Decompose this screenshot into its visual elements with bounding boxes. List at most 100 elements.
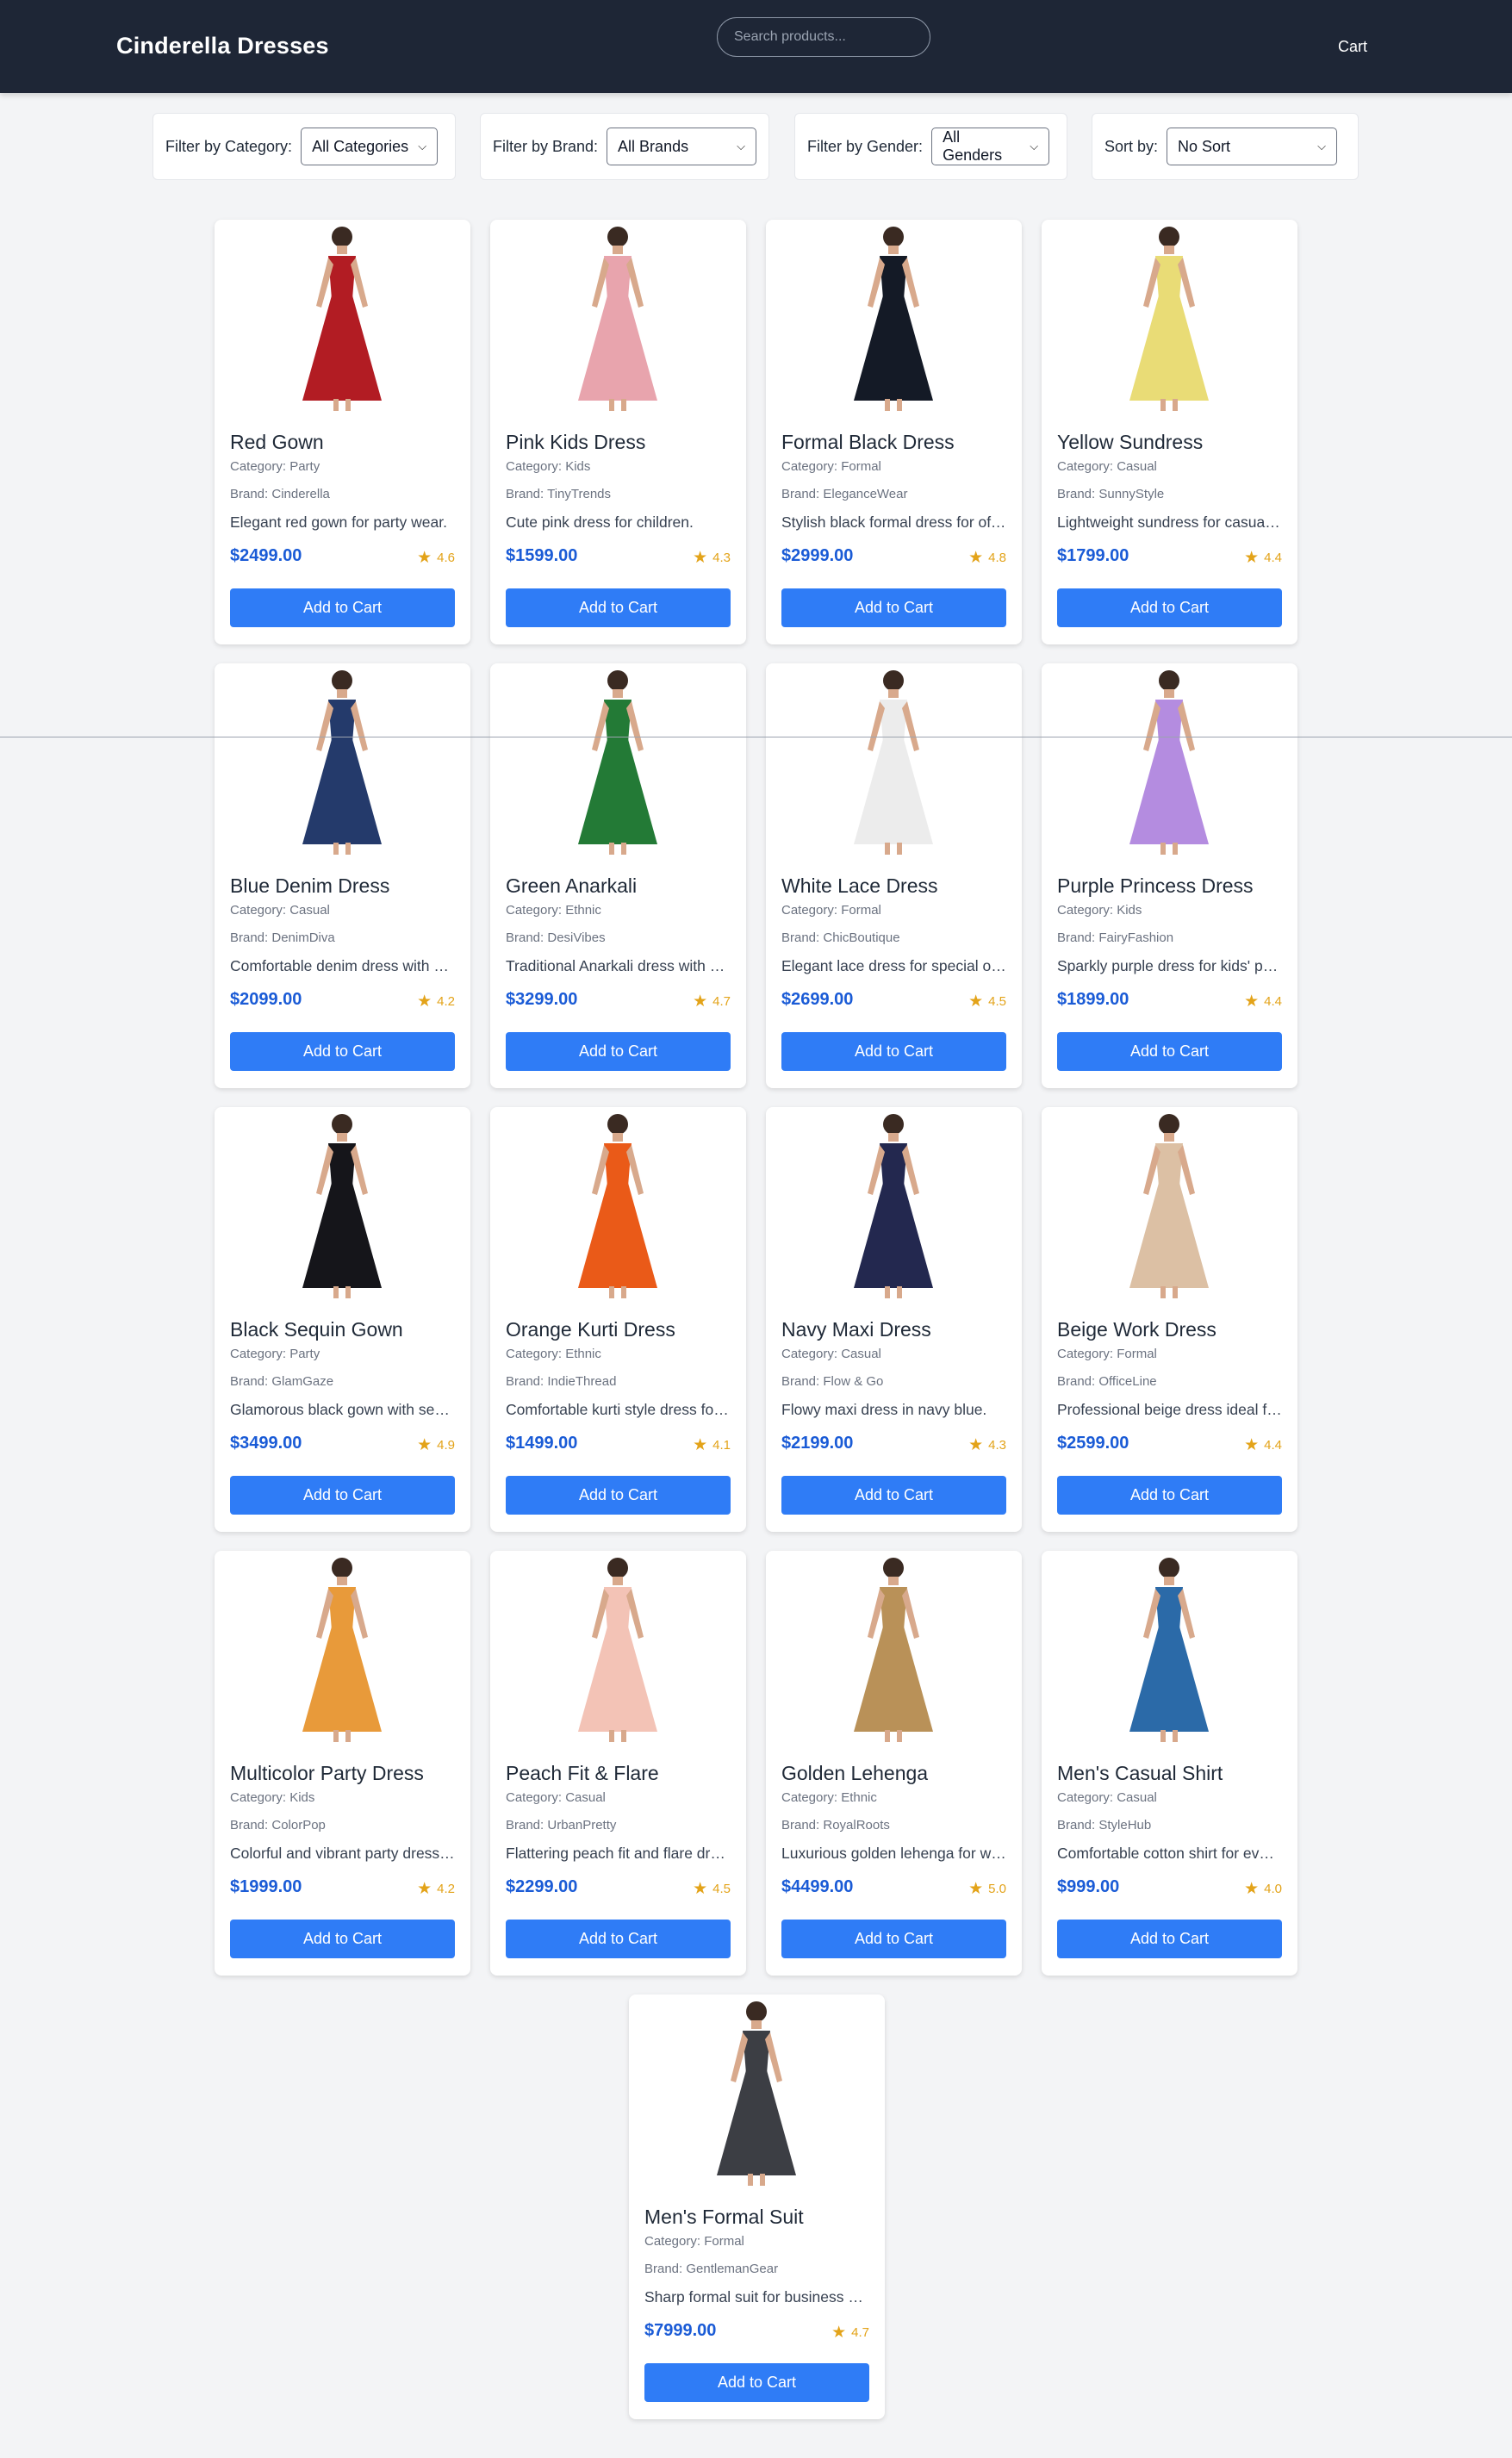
product-brand: Brand: ChicBoutique — [781, 930, 900, 945]
product-title[interactable]: Red Gown — [230, 431, 324, 454]
product-card: Golden Lehenga Category: Ethnic Brand: Roy… — [766, 1551, 1022, 1976]
dress-figure-icon — [302, 670, 382, 855]
product-description: Flowy maxi dress in navy blue. — [781, 1401, 987, 1418]
cart-link[interactable]: Cart — [1338, 38, 1367, 56]
dress-figure-icon — [717, 2001, 796, 2186]
add-to-cart-button[interactable]: Add to Cart — [644, 2363, 869, 2402]
add-to-cart-button[interactable]: Add to Cart — [1057, 1920, 1282, 1958]
product-rating: ★ 4.7 — [693, 992, 731, 1011]
product-image[interactable] — [215, 1107, 470, 1305]
add-to-cart-button[interactable]: Add to Cart — [506, 1476, 731, 1515]
product-image[interactable] — [1042, 1107, 1297, 1305]
brand-logo[interactable]: Cinderella Dresses — [116, 33, 329, 59]
product-category: Category: Casual — [781, 1347, 881, 1361]
product-title[interactable]: Multicolor Party Dress — [230, 1762, 424, 1785]
product-description: Professional beige dress ideal for work. — [1057, 1401, 1282, 1418]
add-to-cart-button[interactable]: Add to Cart — [230, 1032, 455, 1071]
add-to-cart-button[interactable]: Add to Cart — [781, 1476, 1006, 1515]
product-category: Category: Kids — [506, 459, 591, 474]
product-title[interactable]: Purple Princess Dress — [1057, 874, 1254, 898]
product-image[interactable] — [490, 220, 746, 418]
product-title[interactable]: White Lace Dress — [781, 874, 938, 898]
category-select[interactable]: All Categories ⌵ — [301, 128, 439, 165]
add-to-cart-button[interactable]: Add to Cart — [781, 588, 1006, 627]
product-price: $4499.00 — [781, 1877, 854, 1896]
dress-figure-icon — [302, 227, 382, 411]
add-to-cart-button[interactable]: Add to Cart — [230, 588, 455, 627]
add-to-cart-button[interactable]: Add to Cart — [1057, 1476, 1282, 1515]
add-to-cart-button[interactable]: Add to Cart — [1057, 588, 1282, 627]
product-title[interactable]: Formal Black Dress — [781, 431, 955, 454]
product-rating: ★ 4.5 — [968, 992, 1006, 1011]
sort-filter-label: Sort by: — [1104, 137, 1159, 155]
add-to-cart-button[interactable]: Add to Cart — [506, 1032, 731, 1071]
product-rating: ★ 4.4 — [1244, 992, 1282, 1011]
product-title[interactable]: Orange Kurti Dress — [506, 1318, 675, 1341]
product-rating: ★ 4.3 — [693, 548, 731, 568]
product-title[interactable]: Golden Lehenga — [781, 1762, 928, 1785]
product-image[interactable] — [766, 220, 1022, 418]
product-image[interactable] — [215, 663, 470, 862]
product-card: Navy Maxi Dress Category: Casual Brand: Fl… — [766, 1107, 1022, 1532]
product-image[interactable] — [766, 663, 1022, 862]
product-title[interactable]: Peach Fit & Flare — [506, 1762, 659, 1785]
brand-select-value: All Brands — [618, 137, 689, 155]
add-to-cart-button[interactable]: Add to Cart — [506, 588, 731, 627]
product-title[interactable]: Pink Kids Dress — [506, 431, 645, 454]
dress-figure-icon — [578, 227, 657, 411]
search-input[interactable] — [717, 17, 930, 57]
product-title[interactable]: Men's Casual Shirt — [1057, 1762, 1223, 1785]
product-title[interactable]: Beige Work Dress — [1057, 1318, 1216, 1341]
sort-select[interactable]: No Sort ⌵ — [1167, 128, 1338, 165]
product-rating: ★ 4.5 — [693, 1879, 731, 1899]
product-image[interactable] — [629, 1994, 885, 2193]
product-image[interactable] — [766, 1551, 1022, 1749]
add-to-cart-button[interactable]: Add to Cart — [781, 1920, 1006, 1958]
gender-select[interactable]: All Genders ⌵ — [931, 128, 1050, 165]
add-to-cart-button[interactable]: Add to Cart — [1057, 1032, 1282, 1071]
add-to-cart-button[interactable]: Add to Cart — [781, 1032, 1006, 1071]
dress-figure-icon — [1129, 1114, 1209, 1298]
product-image[interactable] — [490, 663, 746, 862]
product-image[interactable] — [1042, 1551, 1297, 1749]
add-to-cart-button[interactable]: Add to Cart — [230, 1476, 455, 1515]
product-title[interactable]: Navy Maxi Dress — [781, 1318, 931, 1341]
product-title[interactable]: Green Anarkali — [506, 874, 637, 898]
star-icon: ★ — [968, 1880, 984, 1898]
product-image[interactable] — [490, 1107, 746, 1305]
dress-figure-icon — [854, 227, 933, 411]
sort-select-value: No Sort — [1178, 137, 1231, 155]
product-price: $2099.00 — [230, 990, 302, 1009]
product-image[interactable] — [215, 1551, 470, 1749]
product-image[interactable] — [766, 1107, 1022, 1305]
product-category: Category: Party — [230, 459, 320, 474]
add-to-cart-button[interactable]: Add to Cart — [230, 1920, 455, 1958]
product-title[interactable]: Black Sequin Gown — [230, 1318, 403, 1341]
chevron-down-icon: ⌵ — [737, 140, 745, 152]
product-title[interactable]: Yellow Sundress — [1057, 431, 1203, 454]
product-image[interactable] — [1042, 220, 1297, 418]
star-icon: ★ — [693, 1880, 708, 1898]
product-rating: ★ 4.4 — [1244, 548, 1282, 568]
product-image[interactable] — [215, 220, 470, 418]
product-price: $2599.00 — [1057, 1434, 1129, 1453]
product-brand: Brand: StyleHub — [1057, 1818, 1152, 1833]
product-image[interactable] — [490, 1551, 746, 1749]
product-card: Men's Formal Suit Category: Formal Brand: … — [629, 1994, 885, 2419]
product-brand: Brand: SunnyStyle — [1057, 487, 1165, 501]
product-description: Comfortable cotton shirt for everyday we… — [1057, 1845, 1282, 1862]
chevron-down-icon: ⌵ — [1030, 140, 1039, 152]
product-description: Traditional Anarkali dress with embroide… — [506, 957, 731, 974]
product-category: Category: Casual — [1057, 1790, 1157, 1805]
product-description: Comfortable denim dress with a modern fi… — [230, 957, 455, 974]
product-title[interactable]: Men's Formal Suit — [644, 2206, 804, 2229]
dress-figure-icon — [578, 1114, 657, 1298]
brand-select[interactable]: All Brands ⌵ — [607, 128, 756, 165]
product-price: $1899.00 — [1057, 990, 1129, 1009]
product-title[interactable]: Blue Denim Dress — [230, 874, 389, 898]
product-price: $2299.00 — [506, 1877, 578, 1896]
product-image[interactable] — [1042, 663, 1297, 862]
add-to-cart-button[interactable]: Add to Cart — [506, 1920, 731, 1958]
product-brand: Brand: UrbanPretty — [506, 1818, 617, 1833]
rating-value: 4.9 — [437, 1438, 455, 1453]
